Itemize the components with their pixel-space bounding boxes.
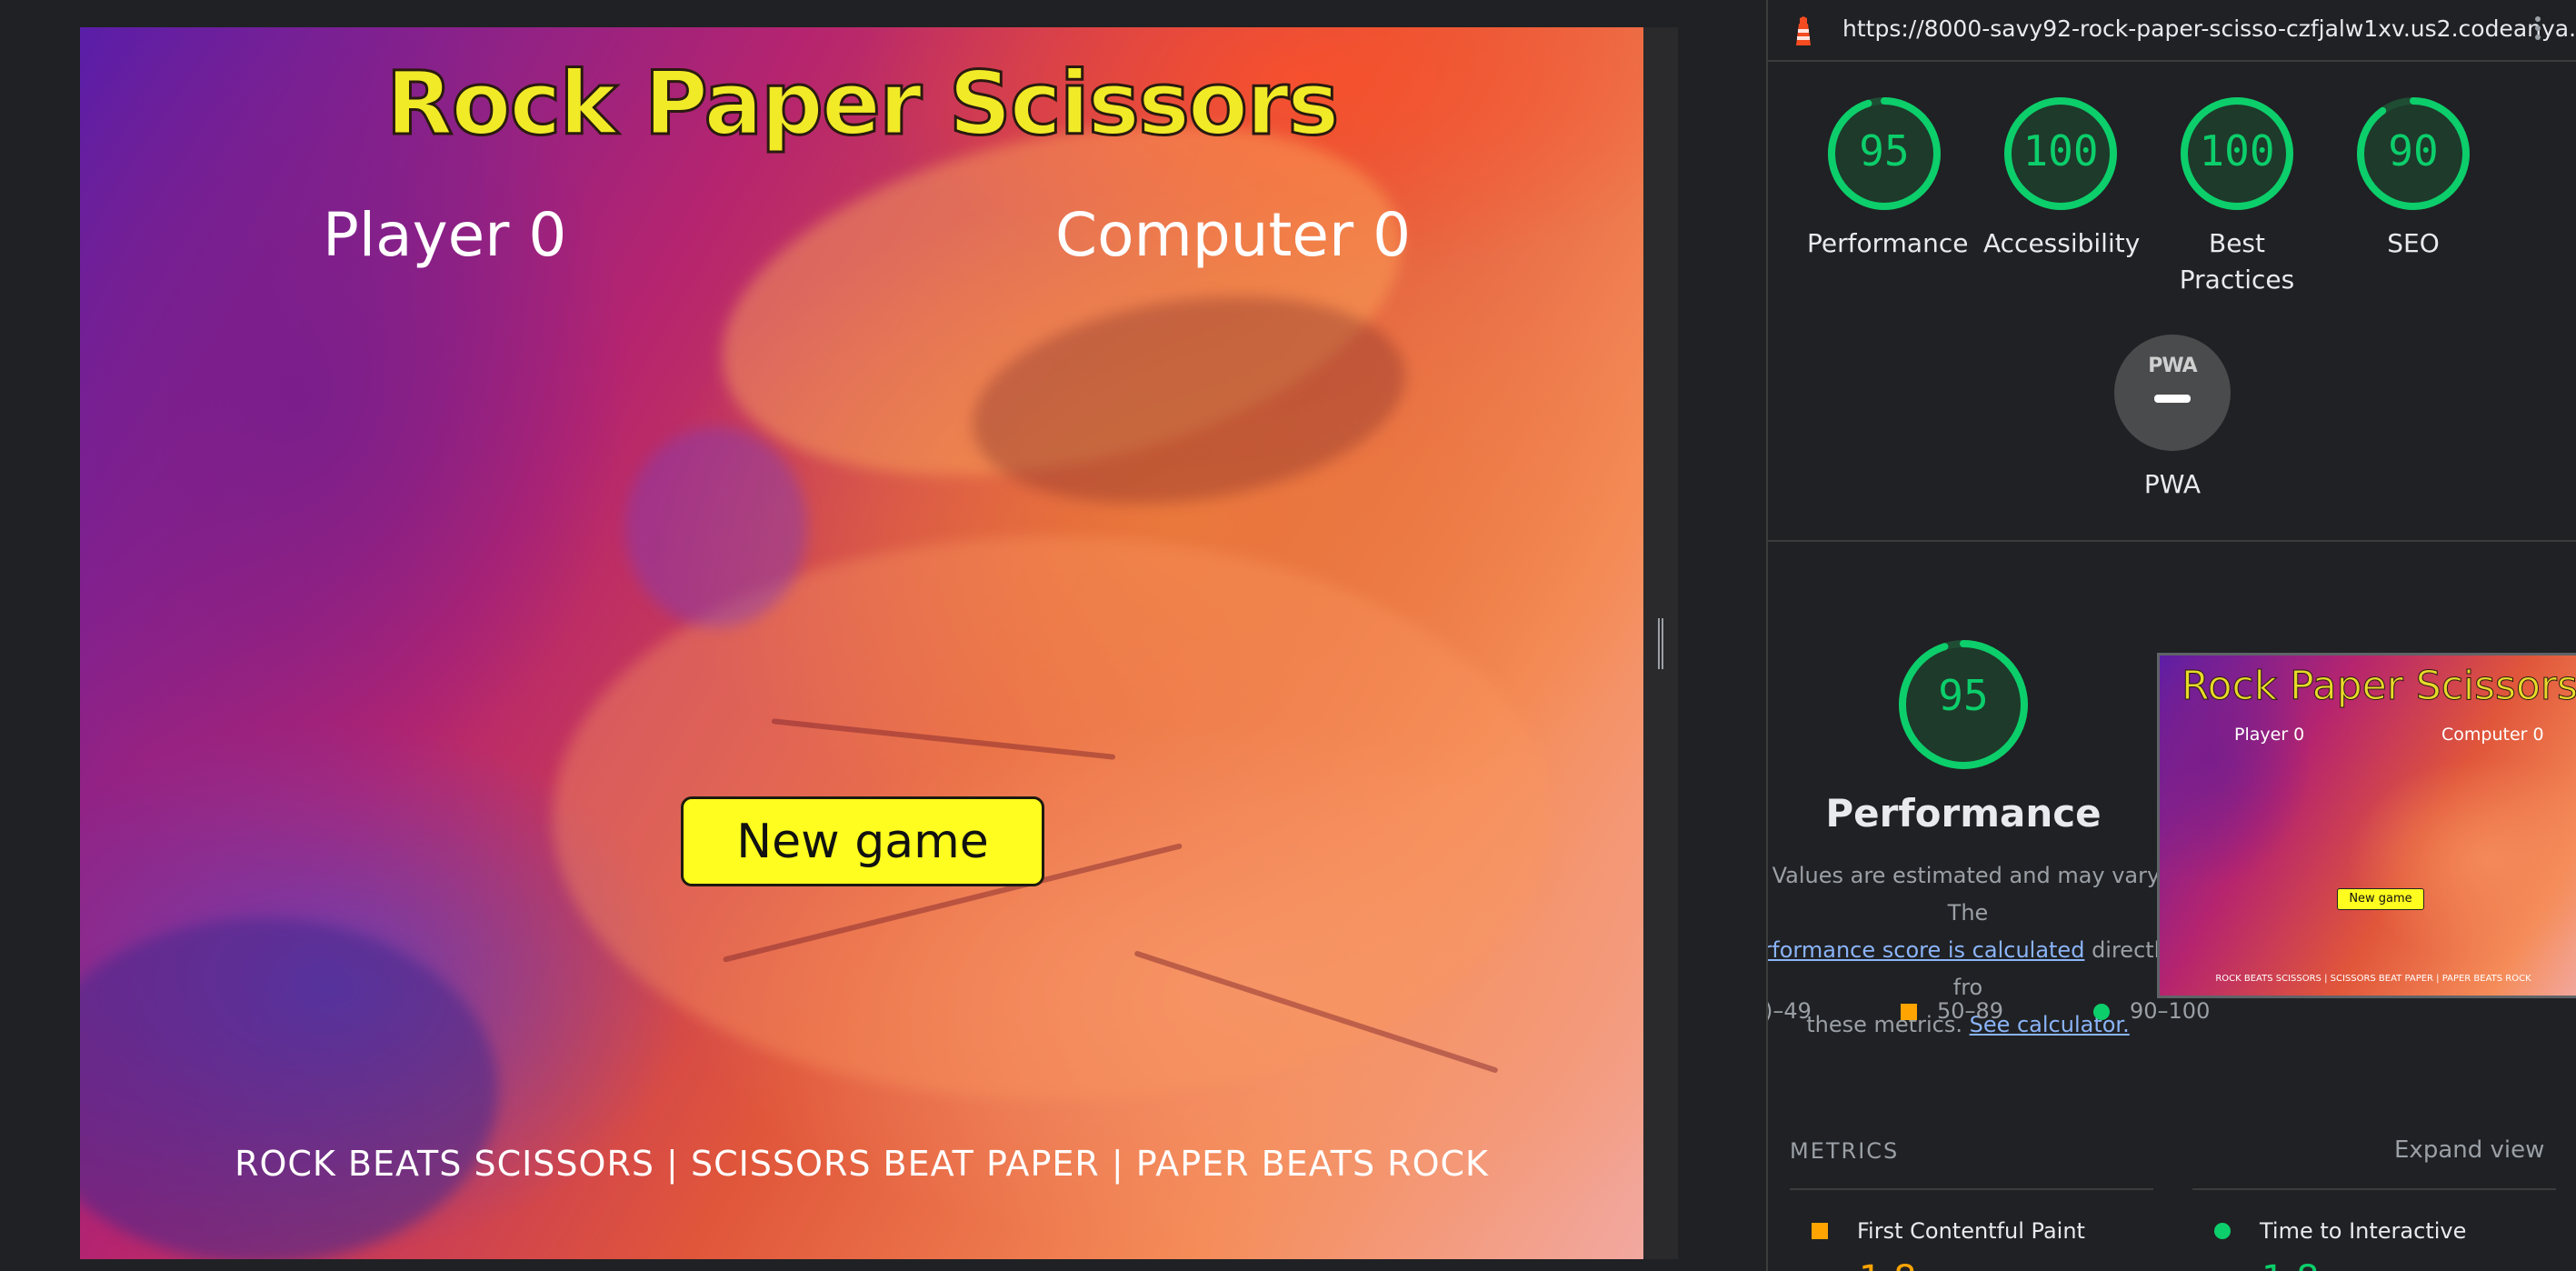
gauge-best-practices[interactable]: 100 Best Practices [2160, 95, 2314, 298]
computer-score: Computer 0 [1055, 200, 1412, 270]
metrics-divider [1790, 1188, 2153, 1190]
square-icon [1812, 1223, 1828, 1239]
thumbnail-title: Rock Paper Scissors [2182, 663, 2576, 710]
pwa-label: PWA [2143, 469, 2202, 499]
lighthouse-icon [1796, 16, 1811, 45]
metric-value: 1.8 [2261, 1258, 2320, 1271]
metrics-divider [2192, 1188, 2556, 1190]
circle-icon [2214, 1223, 2231, 1239]
gauge-score: 95 [1859, 126, 1910, 175]
gauge-label: SEO [2387, 228, 2440, 258]
metric-time-to-interactive: Time to Interactive [2214, 1218, 2466, 1244]
performance-score-large: 95 [1938, 671, 1989, 720]
expand-view-button[interactable]: Expand view [2394, 1136, 2544, 1164]
gauge-label: Best Practices [2179, 228, 2295, 295]
dash-icon [2154, 395, 2191, 403]
section-divider [1768, 540, 2576, 542]
lighthouse-report-panel: https://8000-savy92-rock-paper-scisso-cz… [1766, 0, 2576, 1271]
gauge-performance[interactable]: 95 Performance [1807, 95, 1969, 262]
score-calculation-link[interactable]: rformance score is calculated [1768, 937, 2084, 963]
gauge-label: Performance [1807, 228, 1969, 258]
metric-name: First Contentful Paint [1857, 1218, 2085, 1244]
metric-value: 1.8 [1859, 1258, 1917, 1271]
background-purple-shape [80, 918, 498, 1259]
legend-range: 50–89 [1937, 998, 2004, 1024]
circle-icon [2093, 1004, 2110, 1020]
desc-text: Values are estimated and may vary. The [1772, 863, 2164, 926]
thumbnail-player-score: Player 0 [2234, 725, 2305, 745]
metric-first-contentful-paint: First Contentful Paint [1812, 1218, 2085, 1244]
game-title: Rock Paper Scissors [384, 52, 1341, 156]
gauge-accessibility[interactable]: 100 Accessibility [1983, 95, 2141, 262]
gauge-score: 90 [2388, 126, 2439, 175]
thumbnail-new-game-button: New game [2337, 888, 2424, 910]
metrics-header: METRICS [1790, 1138, 1900, 1164]
gauge-score: 100 [2199, 126, 2275, 175]
report-url-bar: https://8000-savy92-rock-paper-scisso-cz… [1768, 0, 2576, 62]
final-screenshot-thumbnail[interactable]: Rock Paper Scissors Player 0 Computer 0 … [2157, 653, 2576, 998]
gauge-score: 100 [2022, 126, 2099, 175]
panel-resize-splitter[interactable] [1643, 27, 1678, 1259]
rules-footer: ROCK BEATS SCISSORS | SCISSORS BEAT PAPE… [235, 1144, 1489, 1184]
legend-range: )–49 [1766, 998, 1812, 1024]
kebab-menu-icon[interactable] [2532, 13, 2543, 49]
emulated-page-viewport: Rock Paper Scissors Player 0 Computer 0 … [80, 27, 1643, 1259]
metric-name: Time to Interactive [2260, 1218, 2467, 1244]
gauge-label: Accessibility [1983, 228, 2141, 258]
pwa-badge[interactable]: PWA [2114, 335, 2231, 451]
performance-heading: Performance [1825, 791, 2102, 836]
square-icon [1901, 1004, 1917, 1020]
new-game-button[interactable]: New game [681, 796, 1044, 886]
pwa-badge-text: PWA [2148, 355, 2197, 377]
gauge-seo[interactable]: 90 SEO [2336, 95, 2491, 262]
legend-fail: )–49 [1766, 998, 1812, 1024]
report-url[interactable]: https://8000-savy92-rock-paper-scisso-cz… [1842, 15, 2576, 42]
legend-range: 90–100 [2130, 998, 2211, 1024]
legend-pass: 90–100 [2093, 998, 2210, 1024]
thumbnail-rules-footer: ROCK BEATS SCISSORS | SCISSORS BEAT PAPE… [2215, 974, 2531, 984]
thumbnail-computer-score: Computer 0 [2441, 725, 2544, 745]
player-score: Player 0 [323, 200, 567, 270]
drag-handle-icon[interactable] [1658, 618, 1663, 669]
background-chain-shape [625, 427, 807, 627]
legend-average: 50–89 [1901, 998, 2003, 1024]
